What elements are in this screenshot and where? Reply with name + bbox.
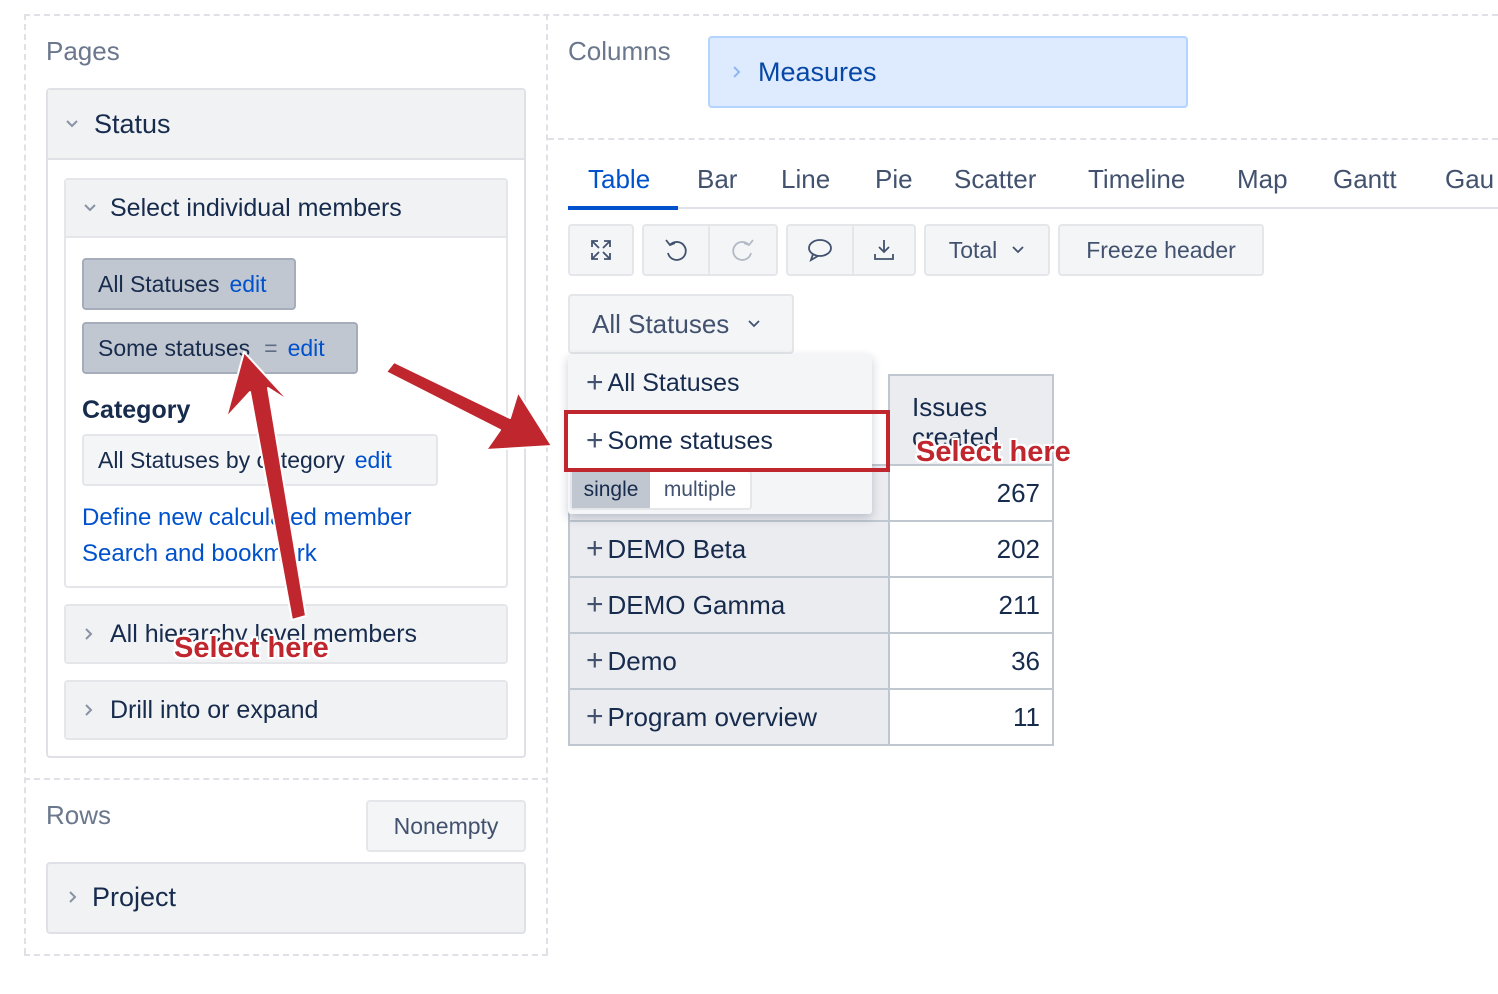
arrow-to-member-chip [225, 351, 307, 621]
callout-left: Select here [174, 632, 329, 664]
arrow-to-menu-option [385, 361, 553, 451]
annotation-arrows [225, 351, 553, 621]
callout-right: Select here [916, 436, 1071, 468]
